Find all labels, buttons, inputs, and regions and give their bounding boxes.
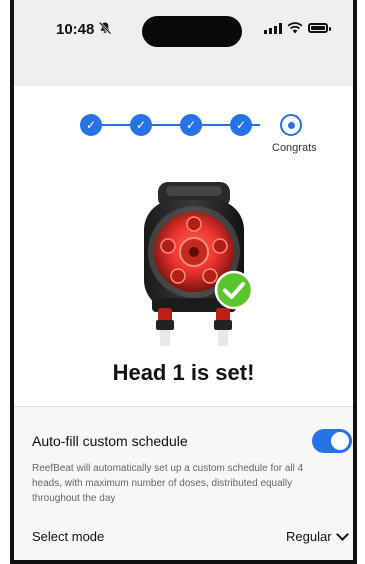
check-icon: [214, 270, 254, 310]
mode-select[interactable]: Regular: [286, 528, 349, 544]
status-bar: 10:48: [14, 0, 353, 86]
step-1-done-icon: ✓: [80, 114, 102, 136]
page-title: Head 1 is set!: [112, 360, 255, 385]
step-3-done-icon: ✓: [180, 114, 202, 136]
bell-slash-icon: [98, 21, 112, 38]
autofill-description: ReefBeat will automatically set up a cus…: [32, 463, 304, 504]
battery-icon: [308, 23, 331, 33]
mode-label: Select mode: [32, 529, 105, 544]
wifi-icon: [287, 22, 303, 34]
mode-value: Regular: [286, 529, 332, 544]
phone-frame: 10:48 ✓ ✓ ✓ ✓ Congrats Head 1 is set! Au…: [10, 0, 357, 564]
signal-icon: [264, 22, 282, 34]
dynamic-island: [142, 16, 242, 47]
status-icons: [264, 22, 331, 34]
step-4-done-icon: ✓: [230, 114, 252, 136]
setup-stepper: ✓ ✓ ✓ ✓ Congrats: [14, 110, 353, 170]
dosing-pump-image: [124, 180, 264, 350]
autofill-title: Auto-fill custom schedule: [32, 433, 188, 449]
step-5-current: [280, 114, 302, 136]
status-time: 10:48: [56, 21, 95, 38]
toggle-knob: [331, 432, 349, 450]
chevron-down-icon: [335, 528, 349, 541]
autofill-toggle[interactable]: [312, 429, 352, 453]
schedule-settings: Auto-fill custom schedule ReefBeat will …: [14, 407, 353, 560]
step-2-done-icon: ✓: [130, 114, 152, 136]
step-current-label: Congrats: [272, 142, 317, 154]
